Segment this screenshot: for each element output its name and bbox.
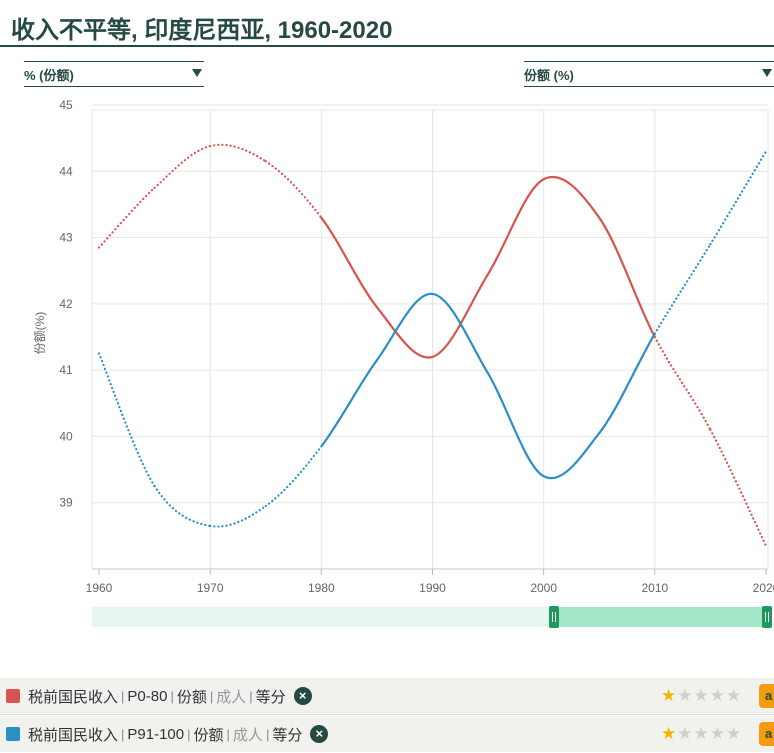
series-1-line-segment: [209, 504, 267, 528]
legend-item: 税前国民收入 | P91-100 | 份额 | 成人 | 等分 × ★★★★★ …: [0, 716, 774, 752]
y-tick-label: 44: [59, 164, 73, 178]
legend-variable: 税前国民收入: [28, 726, 119, 744]
unit-dropdown[interactable]: % (份额): [24, 61, 204, 87]
page-title: 收入不平等, 印度尼西亚, 1960-2020: [11, 17, 393, 44]
separator: |: [265, 726, 270, 742]
y-tick-label: 40: [59, 429, 73, 443]
unit-dropdown-label: % (份额): [24, 67, 74, 83]
series-1-line-segment: [486, 372, 545, 478]
y-tick-label: 43: [59, 231, 73, 245]
quality-rating: ★★★★★: [661, 686, 742, 706]
star-filled-icon: ★: [661, 724, 678, 743]
y-tick-label: 39: [59, 496, 73, 510]
series-0-line-segment: [709, 428, 768, 547]
series-1-line-segment: [153, 485, 212, 528]
remove-series-button[interactable]: ×: [293, 687, 312, 705]
star-empty-icon: ★: [726, 686, 743, 705]
series-0-line-segment: [375, 306, 434, 359]
separator: |: [226, 726, 230, 742]
scrollbar-left-handle[interactable]: [549, 606, 560, 628]
series-0-line-segment: [542, 176, 601, 219]
series-1-line-segment: [264, 445, 323, 508]
legend-split: 等分: [255, 688, 286, 706]
series-color-swatch: [6, 727, 20, 741]
y-tick-label: 42: [59, 297, 73, 311]
series-1-line-segment: [598, 332, 656, 435]
legend-item: 税前国民收入 | P0-80 | 份额 | 成人 | 等分 × ★★★★★ a: [0, 678, 774, 715]
legend-share: 份额: [193, 726, 224, 744]
y-tick-label: 41: [59, 363, 73, 377]
x-tick-label: 1970: [197, 581, 224, 595]
star-empty-icon: ★: [693, 724, 710, 743]
scrollbar-selection[interactable]: [554, 607, 772, 627]
quality-rating: ★★★★★: [661, 724, 742, 744]
star-filled-icon: ★: [661, 686, 678, 705]
plot-frame: [91, 109, 769, 570]
series-action-button[interactable]: a: [759, 684, 774, 708]
series-0-line-segment: [431, 272, 490, 358]
series-0-line-segment: [209, 143, 267, 163]
title-divider: [0, 45, 774, 47]
series-0-line-segment: [264, 160, 323, 219]
legend-percentile: P91-100: [127, 725, 185, 743]
indicator-dropdown-label: 份额 (%): [524, 67, 574, 83]
separator: |: [121, 726, 125, 742]
x-tick-label: 1990: [419, 581, 446, 595]
x-tick-label: 2010: [641, 581, 668, 595]
chevron-down-icon: [762, 69, 772, 77]
legend-population: 成人: [232, 726, 263, 744]
star-empty-icon: ★: [709, 686, 726, 705]
legend-split: 等分: [272, 726, 303, 744]
x-tick-label: 1980: [308, 581, 335, 595]
legend-variable: 税前国民收入: [28, 688, 119, 706]
y-tick-label: 45: [59, 98, 73, 112]
series-1-line-segment: [653, 243, 712, 335]
scrollbar-right-handle[interactable]: [762, 606, 772, 628]
star-empty-icon: ★: [709, 724, 726, 743]
x-tick-label: 2000: [530, 581, 557, 595]
legend-percentile: P0-80: [127, 687, 168, 705]
x-tick-label: 1960: [86, 581, 113, 595]
remove-series-button[interactable]: ×: [310, 725, 329, 743]
separator: |: [121, 688, 125, 704]
x-tick-label: 2020: [753, 581, 774, 595]
series-1-line-segment: [542, 432, 601, 480]
series-0-line-segment: [153, 144, 212, 189]
indicator-dropdown[interactable]: 份额 (%): [524, 61, 774, 87]
series-0-line-segment: [320, 216, 379, 309]
series-0-line-segment: [486, 178, 545, 276]
series-0-line-segment: [97, 186, 156, 249]
chevron-down-icon: [192, 69, 202, 77]
star-empty-icon: ★: [693, 686, 710, 705]
star-empty-icon: ★: [726, 724, 743, 743]
y-axis-label: 份额(%): [33, 312, 47, 355]
separator: |: [209, 688, 214, 704]
separator: |: [170, 688, 174, 704]
series-0-line-segment: [653, 335, 712, 431]
separator: |: [187, 726, 191, 742]
series-1-line-segment: [97, 352, 156, 488]
star-empty-icon: ★: [677, 686, 694, 705]
series-action-button[interactable]: a: [759, 722, 774, 746]
legend-population: 成人: [216, 688, 247, 706]
series-1-line-segment: [431, 292, 490, 375]
star-empty-icon: ★: [677, 724, 694, 743]
time-range-scrollbar[interactable]: [92, 606, 772, 628]
series-0-line-segment: [598, 216, 656, 339]
separator: |: [249, 688, 253, 704]
series-color-swatch: [6, 689, 20, 703]
series-1-line-segment: [709, 150, 768, 246]
legend-share: 份额: [176, 688, 207, 706]
series-1-line-segment: [320, 359, 379, 448]
line-chart: 39 40 41 42 43 44 45 1960 1970 1980 1990 2000 2010 20…: [33, 98, 774, 595]
